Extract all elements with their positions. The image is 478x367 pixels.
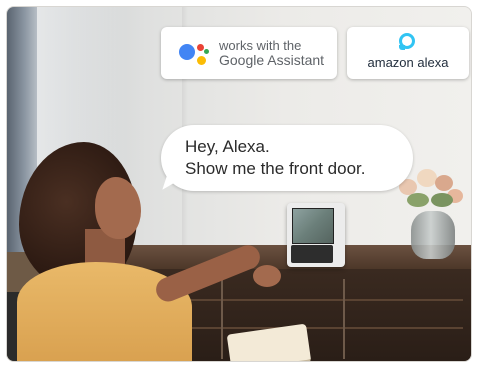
google-line-1: works with the	[219, 38, 302, 53]
leaves	[407, 193, 429, 207]
google-dot-blue	[179, 44, 195, 60]
cabinet-divider	[343, 279, 345, 359]
flower	[417, 169, 437, 187]
product-image: works with the Google Assistant amazon a…	[6, 6, 472, 362]
leaves	[431, 193, 453, 207]
cabinet-divider	[221, 279, 223, 359]
vase	[411, 211, 455, 259]
flower	[435, 175, 453, 191]
google-line-2: Google Assistant	[219, 52, 325, 68]
google-dot-green	[204, 49, 209, 54]
smart-display	[287, 203, 345, 267]
google-assistant-label: works with the Google Assistant	[219, 38, 324, 68]
smart-display-screen	[292, 208, 334, 244]
google-dot-yellow	[197, 56, 206, 65]
woman-hand	[253, 265, 281, 287]
speech-text: Hey, Alexa. Show me the front door.	[185, 136, 366, 180]
speech-bubble: Hey, Alexa. Show me the front door.	[161, 125, 413, 191]
alexa-ring-tail	[399, 45, 405, 50]
smart-display-speaker	[291, 245, 333, 263]
alexa-label: amazon alexa	[367, 55, 449, 70]
amazon-alexa-badge: amazon alexa	[347, 27, 469, 79]
google-dot-red	[197, 44, 204, 51]
speech-line-1: Hey, Alexa.	[185, 137, 270, 156]
speech-line-2: Show me the front door.	[185, 159, 366, 178]
google-assistant-badge: works with the Google Assistant	[161, 27, 337, 79]
